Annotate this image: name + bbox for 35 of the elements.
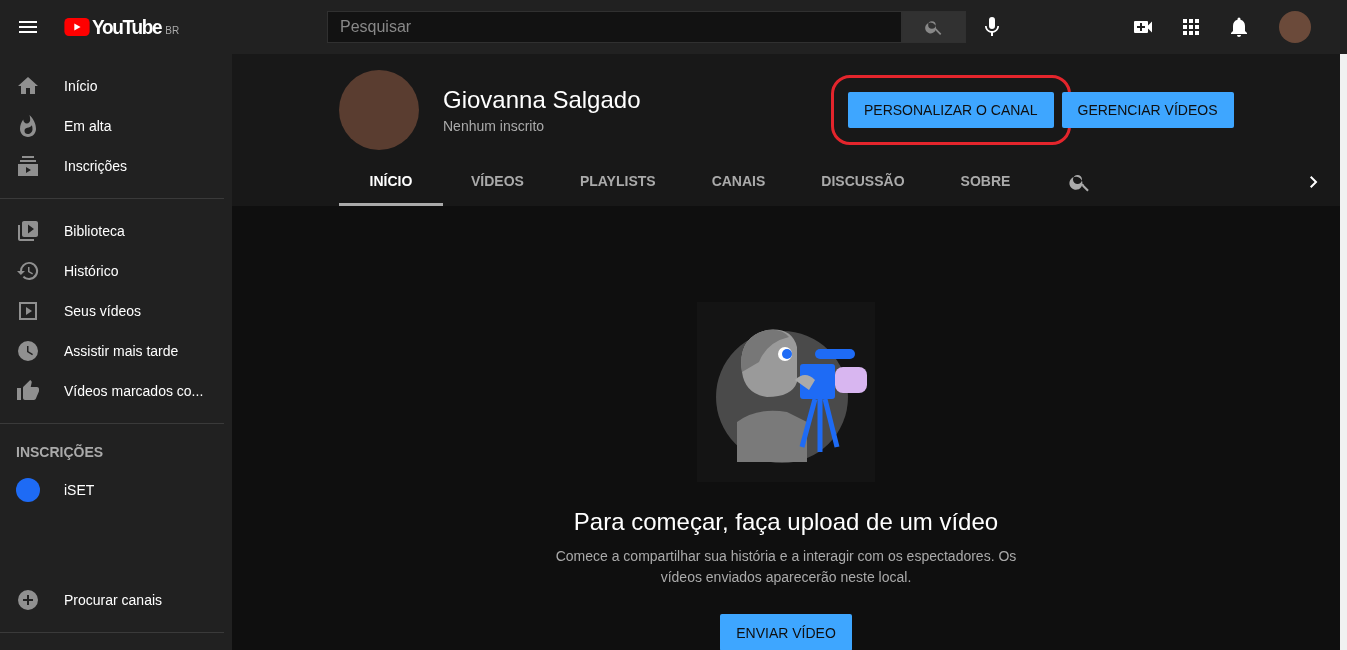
sidebar-item[interactable]: Procurar canais <box>0 580 232 620</box>
channel-tab[interactable]: VÍDEOS <box>443 158 552 206</box>
clock-icon <box>16 339 40 363</box>
scrollbar[interactable] <box>1340 54 1347 650</box>
logo-text[interactable]: YouTube <box>92 14 162 40</box>
channel-tab[interactable]: SOBRE <box>932 158 1039 206</box>
library-icon <box>16 219 40 243</box>
sidebar-item[interactable]: Assistir mais tarde <box>0 331 232 371</box>
upload-video-button[interactable]: ENVIAR VÍDEO <box>720 614 852 650</box>
subscriptions-icon <box>16 154 40 178</box>
search-button[interactable] <box>902 11 966 43</box>
thumbs-up-icon <box>16 379 40 403</box>
empty-state-text: Comece a compartilhar sua história e a interagir com os espectadores. Os vídeos enviados aparecerão neste local. <box>554 547 1018 587</box>
sidebar-item[interactable]: Vídeos marcados co... <box>0 371 232 411</box>
subscription-item[interactable]: iSET <box>0 470 232 510</box>
channel-action-button[interactable]: GERENCIAR VÍDEOS <box>1061 92 1234 128</box>
sidebar-item[interactable]: Histórico <box>0 251 232 291</box>
channel-tab[interactable]: DISCUSSÃO <box>793 158 933 206</box>
sidebar-item[interactable]: Inscrições <box>0 146 232 186</box>
sidebar-item[interactable]: Em alta <box>0 106 232 146</box>
section-heading: INSCRIÇÕES <box>15 443 105 462</box>
sidebar-item[interactable]: Início <box>0 66 232 106</box>
channel-tab[interactable]: PLAYLISTS <box>551 158 684 206</box>
empty-state-title: Para começar, faça upload de um vídeo <box>573 508 999 536</box>
history-icon <box>16 259 40 283</box>
channel-tab[interactable]: INÍCIO <box>339 158 443 206</box>
subscriber-count: Nenhum inscrito <box>443 118 546 134</box>
sidebar-item[interactable]: Biblioteca <box>0 211 232 251</box>
channel-tab[interactable]: CANAIS <box>683 158 794 206</box>
play-logo-icon <box>64 18 90 36</box>
sidebar-item[interactable]: Seus vídeos <box>0 291 232 331</box>
channel-action-button[interactable]: PERSONALIZAR O CANAL <box>848 92 1054 128</box>
channel-name: Giovanna Salgado <box>443 86 642 114</box>
search-field[interactable]: Pesquisar <box>327 11 902 43</box>
region-label: BR <box>165 25 180 36</box>
